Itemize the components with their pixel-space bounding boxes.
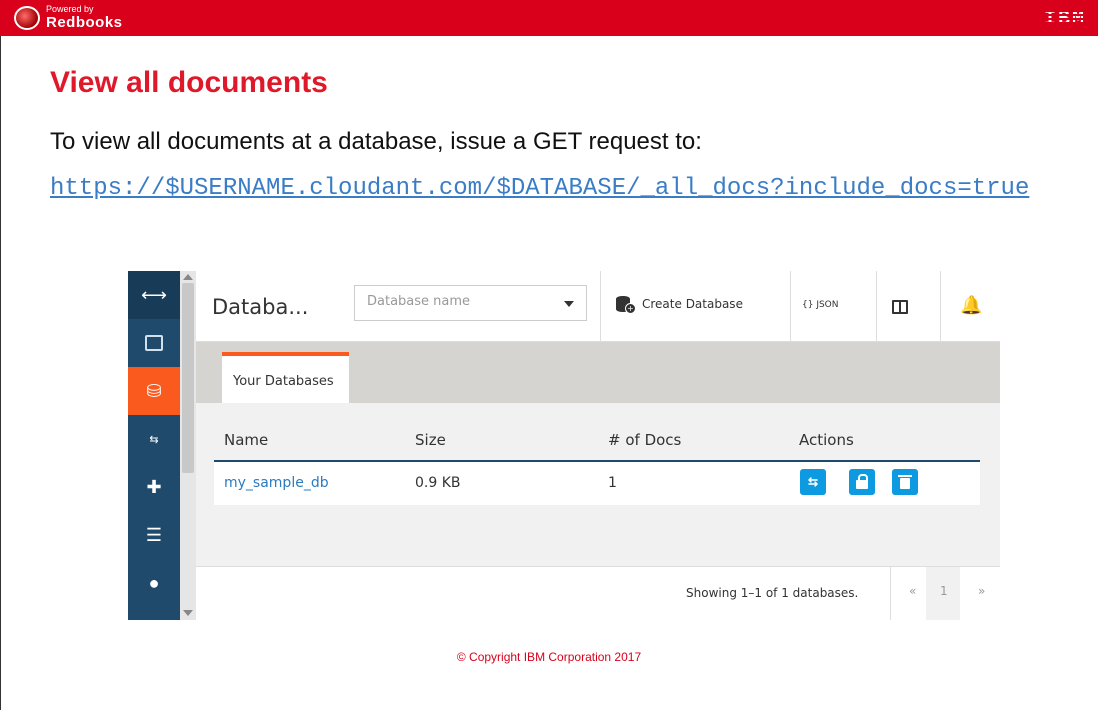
app-header: Databa... Database name + Create Databas…: [196, 271, 1000, 342]
replicate-button[interactable]: ⇆: [800, 469, 826, 495]
redbooks-brand: Redbooks: [46, 14, 123, 31]
scroll-up-icon[interactable]: [183, 274, 193, 280]
database-doc-count: 1: [608, 475, 617, 491]
sidebar-scrollbar[interactable]: [180, 271, 196, 620]
prev-page-button[interactable]: «: [909, 584, 916, 598]
column-header-size[interactable]: Size: [415, 431, 446, 449]
powered-by-text: Powered by: [46, 4, 94, 14]
replication-icon[interactable]: ⇆: [128, 415, 180, 463]
tab-your-databases[interactable]: Your Databases: [222, 352, 349, 403]
next-page-button[interactable]: »: [978, 584, 985, 598]
ibm-logo: IBM: [1043, 8, 1086, 31]
database-name-placeholder: Database name: [367, 294, 471, 309]
header-divider: [790, 271, 791, 341]
page-1-button[interactable]: 1: [940, 584, 948, 598]
database-name-link[interactable]: my_sample_db: [224, 475, 329, 491]
table-row: my_sample_db 0.9 KB 1 ⇆: [214, 462, 980, 505]
trash-icon: [898, 475, 912, 477]
documentation-icon[interactable]: [892, 300, 908, 314]
pagination-status: Showing 1–1 of 1 databases.: [686, 586, 859, 600]
column-header-actions: Actions: [799, 431, 854, 449]
redbooks-icon: [14, 6, 40, 30]
delete-button[interactable]: [892, 469, 918, 495]
table-footer: Showing 1–1 of 1 databases. « 1 »: [196, 566, 1000, 620]
header-divider: [940, 271, 941, 341]
page-title: Databa...: [212, 295, 309, 319]
redbooks-logo: Powered by Redbooks: [14, 4, 139, 32]
create-database-button[interactable]: + Create Database: [616, 296, 743, 314]
chevron-down-icon: [564, 301, 574, 307]
pagination-divider: [890, 567, 891, 620]
database-icon[interactable]: ⛁: [128, 367, 180, 415]
scroll-thumb[interactable]: [182, 283, 194, 473]
column-header-docs[interactable]: # of Docs: [608, 431, 681, 449]
database-name-select[interactable]: Database name: [354, 285, 587, 321]
slide-border: [0, 0, 1, 710]
slide-intro: To view all documents at a database, iss…: [50, 128, 702, 155]
server-icon[interactable]: ☰: [128, 511, 180, 559]
collapse-icon[interactable]: ⟷: [128, 271, 180, 319]
puzzle-icon[interactable]: ✚: [128, 463, 180, 511]
chart-icon[interactable]: [128, 319, 180, 367]
json-button[interactable]: {} JSON: [802, 300, 839, 310]
header-divider: [876, 271, 877, 341]
replication-icon: ⇆: [807, 475, 819, 489]
database-add-icon: +: [616, 296, 636, 314]
column-header-name[interactable]: Name: [224, 431, 268, 449]
scroll-down-icon[interactable]: [183, 610, 193, 616]
cloudant-dashboard-screenshot: ⟷ ⛁ ⇆ ✚ ☰ ● Databa... Database name + Cr…: [128, 271, 1000, 620]
user-icon[interactable]: ●: [128, 559, 180, 607]
sidebar: ⟷ ⛁ ⇆ ✚ ☰ ●: [128, 271, 180, 620]
slide-title: View all documents: [50, 66, 328, 99]
permissions-button[interactable]: [849, 469, 875, 495]
database-list: Name Size # of Docs Actions my_sample_db…: [196, 403, 1000, 566]
tab-bar: Your Databases: [196, 342, 1000, 403]
header-divider: [600, 271, 601, 341]
create-database-label: Create Database: [642, 297, 743, 311]
database-size: 0.9 KB: [415, 475, 461, 491]
notification-bell-icon[interactable]: 🔔: [960, 296, 982, 314]
slide-header-bar: Powered by Redbooks IBM: [0, 0, 1098, 36]
copyright-text: © Copyright IBM Corporation 2017: [456, 650, 642, 664]
request-url-link[interactable]: https://$USERNAME.cloudant.com/$DATABASE…: [50, 172, 1050, 206]
